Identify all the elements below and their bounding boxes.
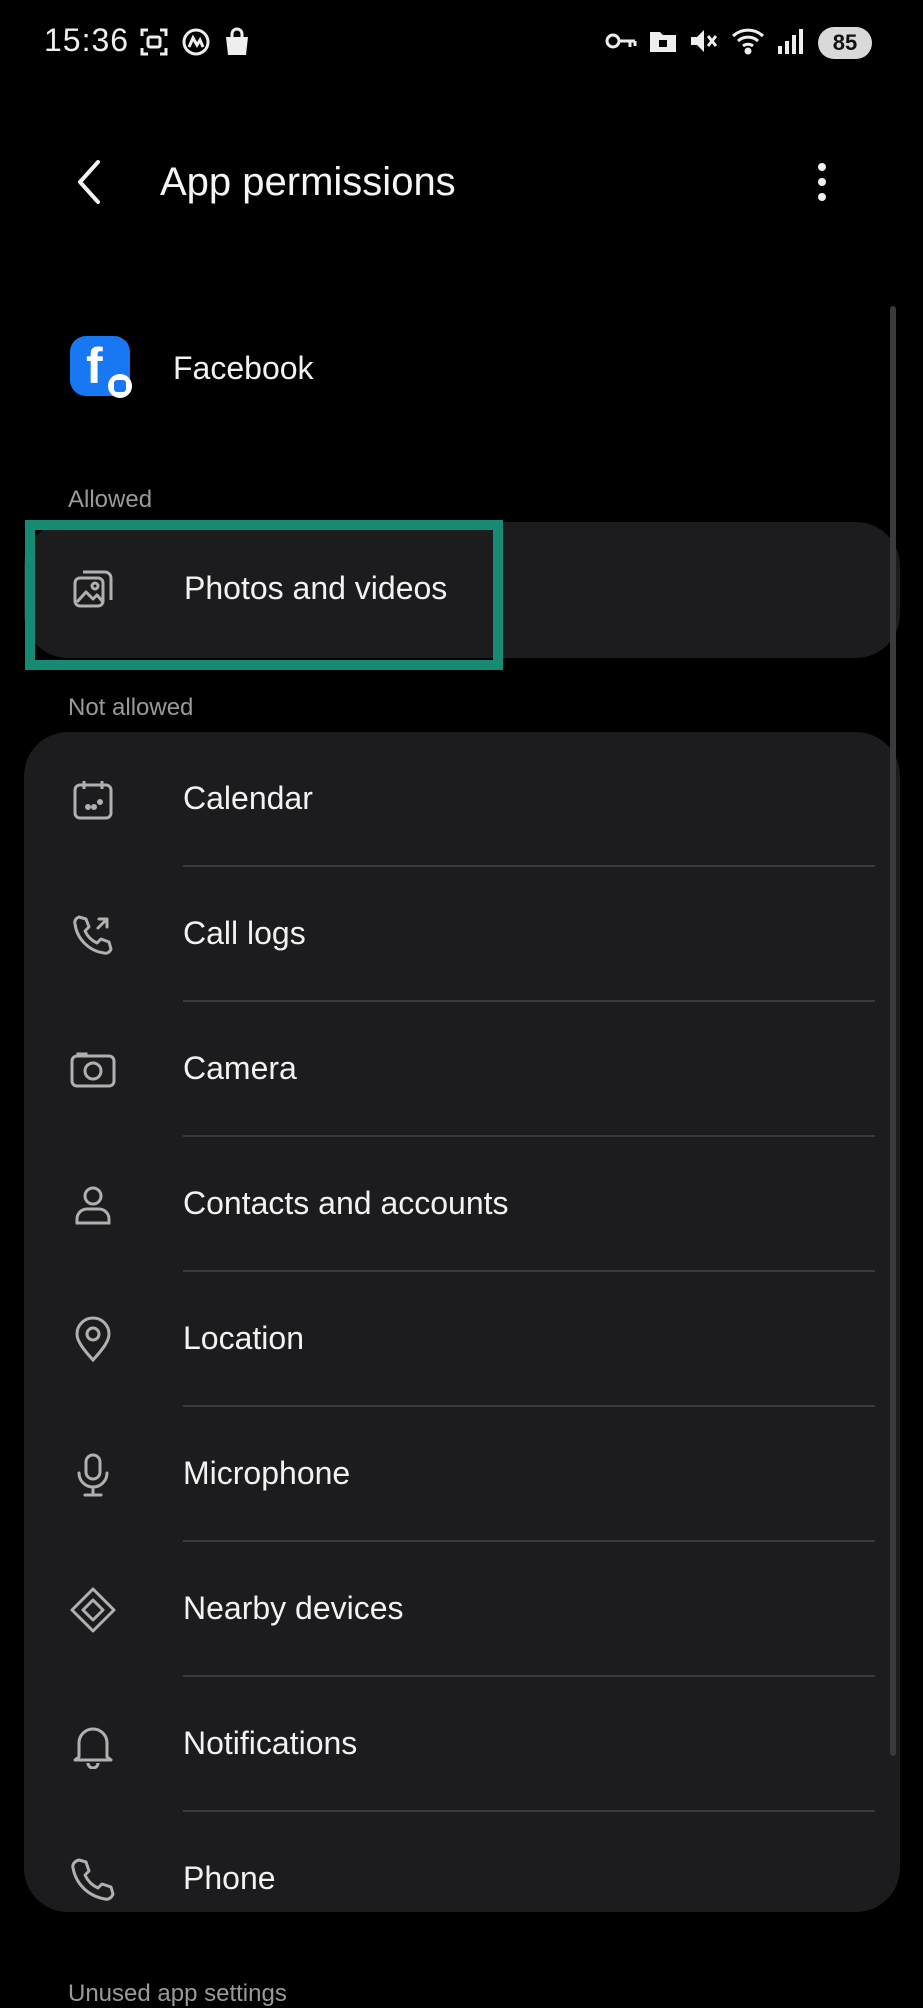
- shopping-bag-icon: [222, 26, 252, 58]
- app-name: Facebook: [173, 350, 314, 386]
- permission-label: Nearby devices: [183, 1590, 404, 1626]
- battery-level: 85: [818, 27, 872, 59]
- location-pin-icon: [69, 1316, 117, 1364]
- key-icon: [604, 26, 638, 56]
- status-left-icons: [138, 26, 252, 58]
- permission-row-location[interactable]: Location: [24, 1272, 900, 1407]
- person-icon: [69, 1181, 117, 1229]
- permission-label: Photos and videos: [184, 570, 448, 606]
- permission-row-contacts-and-accounts[interactable]: Contacts and accounts: [24, 1137, 900, 1272]
- signal-icon: [776, 26, 804, 56]
- permission-row-microphone[interactable]: Microphone: [24, 1407, 900, 1542]
- permission-label: Camera: [183, 1050, 297, 1086]
- permission-label: Phone: [183, 1860, 276, 1896]
- permission-row-call-logs[interactable]: Call logs: [24, 867, 900, 1002]
- permission-label: Call logs: [183, 915, 306, 951]
- not-allowed-card: Calendar Call logs Camera Contacts and a…: [24, 732, 900, 1912]
- allowed-card: Photos and videos: [24, 522, 900, 658]
- more-vertical-icon: [817, 162, 827, 202]
- camera-icon: [69, 1046, 117, 1094]
- permission-label: Microphone: [183, 1455, 351, 1491]
- scrollbar[interactable]: [890, 306, 896, 1756]
- permission-label: Contacts and accounts: [183, 1185, 509, 1221]
- folder-lock-icon: [648, 26, 678, 56]
- facebook-icon: f: [70, 336, 132, 398]
- microphone-icon: [69, 1451, 117, 1499]
- phone-icon: [69, 1856, 117, 1904]
- permission-label: Location: [183, 1320, 304, 1356]
- permission-row-photos-and-videos[interactable]: Photos and videos: [24, 522, 900, 657]
- permission-row-calendar[interactable]: Calendar: [24, 732, 900, 867]
- call-log-icon: [69, 911, 117, 959]
- bell-icon: [69, 1721, 117, 1769]
- page-title: App permissions: [160, 160, 456, 204]
- back-button[interactable]: [62, 154, 118, 210]
- photos-icon: [69, 566, 117, 614]
- not-allowed-section-label: Not allowed: [68, 694, 194, 721]
- permission-row-nearby-devices[interactable]: Nearby devices: [24, 1542, 900, 1677]
- app-bar: App permissions: [0, 120, 923, 240]
- permission-row-phone[interactable]: Phone: [24, 1812, 900, 1947]
- permission-label: Calendar: [183, 780, 313, 816]
- calendar-icon: [69, 776, 117, 824]
- status-time: 15:36: [44, 22, 130, 58]
- permission-row-camera[interactable]: Camera: [24, 1002, 900, 1137]
- nearby-devices-icon: [69, 1586, 117, 1634]
- status-right-icons: [604, 26, 804, 56]
- chevron-left-icon: [76, 158, 104, 206]
- permission-label: Notifications: [183, 1725, 358, 1761]
- status-bar: 15:36 85: [0, 0, 923, 86]
- more-options-button[interactable]: [800, 154, 844, 210]
- mobile-app-icon: [180, 26, 212, 58]
- screen-recorder-icon: [138, 26, 170, 58]
- wifi-icon: [730, 26, 766, 56]
- permission-row-notifications[interactable]: Notifications: [24, 1677, 900, 1812]
- app-header: f Facebook: [0, 330, 923, 406]
- unused-app-settings-label: Unused app settings: [68, 1980, 287, 2007]
- allowed-section-label: Allowed: [68, 486, 153, 513]
- mute-icon: [688, 26, 720, 56]
